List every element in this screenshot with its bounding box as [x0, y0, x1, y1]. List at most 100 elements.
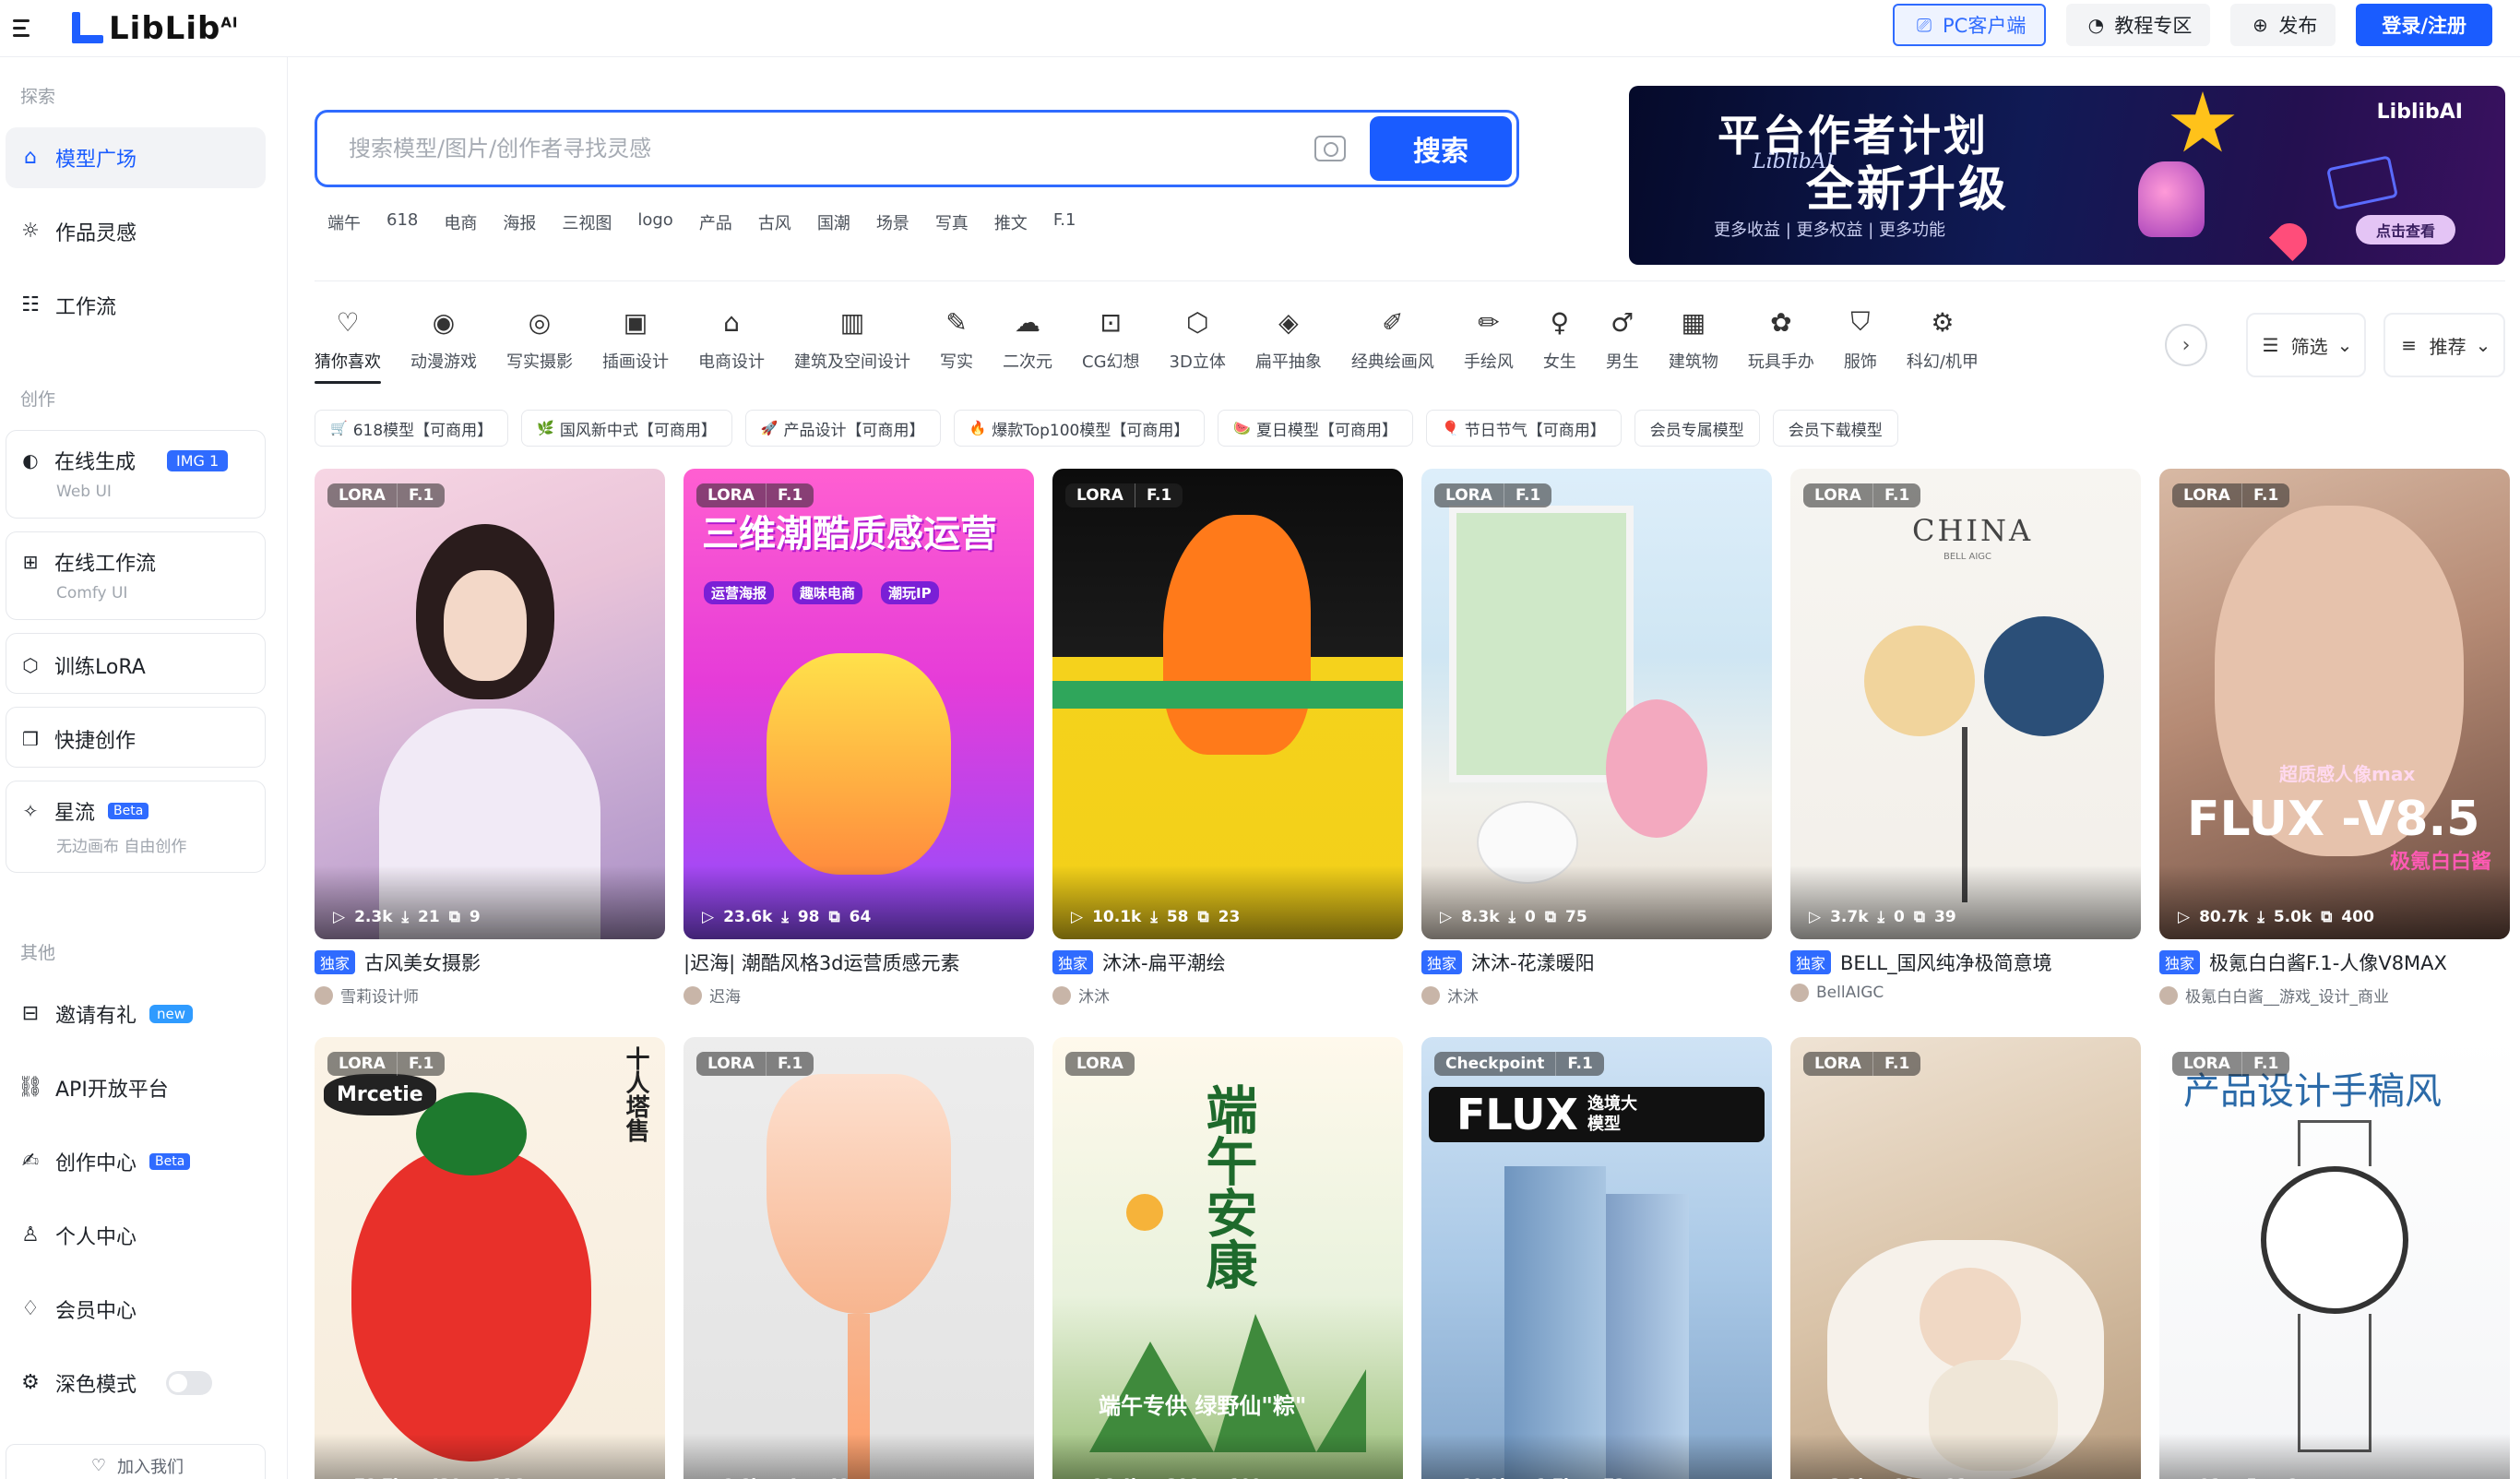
- hot-tag[interactable]: 电商: [444, 210, 477, 234]
- category-label: 男生: [1605, 352, 1639, 372]
- logo[interactable]: LibLibAI: [68, 8, 239, 49]
- sidebar-item-member[interactable]: ♢ 会员中心: [6, 1279, 266, 1340]
- category-tab[interactable]: ♂ 男生: [1591, 306, 1654, 373]
- sidebar-item-online-gen[interactable]: ◐ 在线生成 IMG 1 Web UI: [6, 430, 266, 519]
- model-author[interactable]: 迟海: [683, 984, 741, 1007]
- model-thumbnail[interactable]: LORA F.1 ▷ 10.1k ⤓ 58 ⧉ 23: [1052, 469, 1403, 939]
- sidebar-item-train-lora[interactable]: ⬡ 训练LoRA: [6, 633, 266, 694]
- model-stats: ▷ 8.3k ⤓ 0 ⧉ 75: [1421, 865, 1772, 939]
- category-tab[interactable]: ✏ 手绘风: [1449, 306, 1528, 373]
- model-title[interactable]: 独家 极氪白白酱F.1-人像V8MAX: [2159, 948, 2510, 976]
- hot-tag[interactable]: 海报: [503, 210, 536, 234]
- category-tab[interactable]: ☁ 二次元: [988, 306, 1067, 373]
- sidebar-item-xingliu[interactable]: ✧ 星流 Beta 无边画布 自由创作: [6, 781, 266, 873]
- model-title[interactable]: 独家 沐沐-花漾暖阳: [1421, 948, 1772, 976]
- hot-tag[interactable]: 国潮: [817, 210, 850, 234]
- category-tab[interactable]: ♀ 女生: [1528, 306, 1591, 373]
- base-model-tag: F.1: [1555, 1052, 1603, 1076]
- hot-tag[interactable]: 古风: [758, 210, 791, 234]
- collection-pill[interactable]: 🍉 夏日模型【可商用】: [1218, 410, 1414, 447]
- category-tab[interactable]: ▦ 建筑物: [1654, 306, 1733, 373]
- hot-tag[interactable]: F.1: [1053, 210, 1076, 234]
- camera-icon[interactable]: [1314, 136, 1346, 161]
- model-author[interactable]: 极氪白白酱__游戏_设计_商业: [2159, 984, 2389, 1007]
- category-tab[interactable]: ✎ 写实: [925, 306, 988, 373]
- model-thumbnail[interactable]: LORA F.1 ▷ 8.3k ⤓ 0 ⧉ 75: [1421, 469, 1772, 939]
- chevron-right-icon[interactable]: ›: [2165, 324, 2207, 366]
- sidebar-item-model-square[interactable]: ⌂ 模型广场: [6, 127, 266, 188]
- collection-pill[interactable]: 会员下载模型: [1772, 410, 1898, 447]
- model-title[interactable]: 独家 沐沐-扁平潮绘: [1052, 948, 1403, 976]
- flower-yellow: [1864, 626, 1975, 736]
- publish-button[interactable]: ⊕ 发布: [2230, 4, 2336, 46]
- sidebar-item-personal[interactable]: ♙ 个人中心: [6, 1205, 266, 1266]
- model-title[interactable]: 独家 BELL_国风纯净极简意境: [1790, 948, 2141, 976]
- model-thumbnail[interactable]: CHINA BELL AIGC LORA F.1 ▷ 3.7k ⤓ 0 ⧉ 39: [1790, 469, 2141, 939]
- dark-mode-toggle[interactable]: [166, 1371, 213, 1395]
- tutorials-button[interactable]: ◔ 教程专区: [2066, 4, 2211, 46]
- model-thumbnail[interactable]: 十人塔售 MrcetieLORA F.1 ▷78.7k⤓439⧉116: [315, 1037, 665, 1479]
- model-author[interactable]: 雪莉设计师: [315, 984, 419, 1007]
- model-thumbnail[interactable]: 端午安康端午专供 绿野仙"粽" LORA ▷26.4k⤓398⧉109: [1052, 1037, 1403, 1479]
- hot-tag[interactable]: 端午: [327, 210, 361, 234]
- model-thumbnail[interactable]: LORA F.1 ▷3.3k⤓23⧉21: [1790, 1037, 2141, 1479]
- category-tab[interactable]: ◉ 动漫游戏: [396, 306, 492, 373]
- category-tab[interactable]: ⌂ 电商设计: [683, 306, 779, 373]
- collection-pill[interactable]: 🌿 国风新中式【可商用】: [521, 410, 732, 447]
- filter-button[interactable]: ☰ 筛选 ⌄: [2246, 313, 2366, 377]
- model-thumbnail[interactable]: 三维潮酷质感运营 运营海报 趣味电商 潮玩IP LORA F.1 ▷ 23.6k ⤓ 98 ⧉ 64: [683, 469, 1034, 939]
- model-title[interactable]: 独家 古风美女摄影: [315, 948, 665, 976]
- model-thumbnail[interactable]: LORA F.1 ▷2.8k⤓4⧉48: [683, 1037, 1034, 1479]
- model-author[interactable]: BellAIGC: [1790, 984, 1884, 1002]
- model-thumbnail[interactable]: 产品设计手稿风LORAF.1▷91⤓5⧉8: [2159, 1037, 2510, 1479]
- model-author[interactable]: 沐沐: [1421, 984, 1479, 1007]
- category-tab[interactable]: ✐ 经典绘画风: [1337, 306, 1449, 373]
- model-title[interactable]: |迟海| 潮酷风格3d运营质感元素: [683, 948, 1034, 976]
- category-tab[interactable]: ◈ 扁平抽象: [1241, 306, 1337, 373]
- sidebar-item-dark-mode[interactable]: ⚙ 深色模式: [6, 1353, 266, 1413]
- collection-pill[interactable]: 会员专属模型: [1634, 410, 1760, 447]
- collection-pill[interactable]: 🚀 产品设计【可商用】: [744, 410, 941, 447]
- sidebar-item-workflow[interactable]: ☷ 工作流: [6, 275, 266, 336]
- banner-cta-button[interactable]: 点击查看: [2355, 215, 2455, 245]
- sidebar-item-inspiration[interactable]: ☼ 作品灵感: [6, 201, 266, 262]
- model-thumbnail[interactable]: 超质感人像max FLUX -V8.5 极氪白白酱 LORA F.1 ▷ 80.7k ⤓ 5.0…: [2159, 469, 2510, 939]
- category-tab[interactable]: ⊡ CG幻想: [1067, 306, 1155, 373]
- join-us-button[interactable]: ♡ 加入我们: [6, 1444, 266, 1479]
- promo-banner[interactable]: 平台作者计划 LiblibAI 全新升级 更多收益 | 更多权益 | 更多功能 …: [1629, 86, 2505, 265]
- category-tab[interactable]: ⬡ 3D立体: [1155, 306, 1241, 373]
- category-tab[interactable]: ⛉ 服饰: [1829, 306, 1892, 373]
- category-tab[interactable]: ♡ 猜你喜欢: [315, 306, 396, 384]
- sidebar-item-quick-create[interactable]: ❒ 快捷创作: [6, 707, 266, 768]
- hot-tag[interactable]: 推文: [994, 210, 1028, 234]
- model-thumbnail[interactable]: LORA F.1 ▷ 2.3k ⤓ 21 ⧉ 9: [315, 469, 665, 939]
- model-author[interactable]: 沐沐: [1052, 984, 1110, 1007]
- hot-tag[interactable]: 场景: [876, 210, 909, 234]
- collection-pill[interactable]: 🔥 爆款Top100模型【可商用】: [953, 410, 1206, 447]
- sidebar-item-invite[interactable]: ⊟ 邀请有礼 new: [6, 984, 266, 1044]
- search-input[interactable]: [317, 113, 1314, 185]
- category-tab[interactable]: ▣ 插画设计: [588, 306, 683, 373]
- collection-pill[interactable]: 🛒 618模型【可商用】: [315, 410, 509, 447]
- hot-tag[interactable]: 618: [386, 210, 418, 234]
- sort-button[interactable]: ≡ 推荐 ⌄: [2383, 313, 2505, 377]
- hot-tag[interactable]: 产品: [699, 210, 732, 234]
- model-thumbnail[interactable]: FLUX逸境大模型CheckpointF.1▷80.9k⤓1.7k⧉73: [1421, 1037, 1772, 1479]
- pen-icon: ✍: [21, 1150, 40, 1173]
- pc-client-button[interactable]: ⎚ PC客户端: [1893, 4, 2047, 46]
- hot-tag[interactable]: logo: [637, 210, 672, 234]
- category-tab[interactable]: ◎ 写实摄影: [492, 306, 588, 373]
- hot-tag[interactable]: 写真: [935, 210, 969, 234]
- category-tab[interactable]: ⚙ 科幻/机甲: [1892, 306, 1993, 373]
- search-button[interactable]: 搜索: [1370, 116, 1512, 181]
- hot-tag[interactable]: 三视图: [562, 210, 612, 234]
- category-tab[interactable]: ▥ 建筑及空间设计: [779, 306, 925, 373]
- login-button[interactable]: 登录/注册: [2356, 4, 2492, 46]
- avatar: [1421, 985, 1440, 1005]
- menu-icon[interactable]: [13, 15, 41, 42]
- sidebar-item-online-workflow[interactable]: ⊞ 在线工作流 Comfy UI: [6, 531, 266, 620]
- sidebar-item-api[interactable]: ⛓ API开放平台: [6, 1057, 266, 1118]
- sidebar-item-creator-center[interactable]: ✍ 创作中心 Beta: [6, 1131, 266, 1192]
- category-tab[interactable]: ✿ 玩具手办: [1733, 306, 1829, 373]
- collection-pill[interactable]: 🎈 节日节气【可商用】: [1426, 410, 1622, 447]
